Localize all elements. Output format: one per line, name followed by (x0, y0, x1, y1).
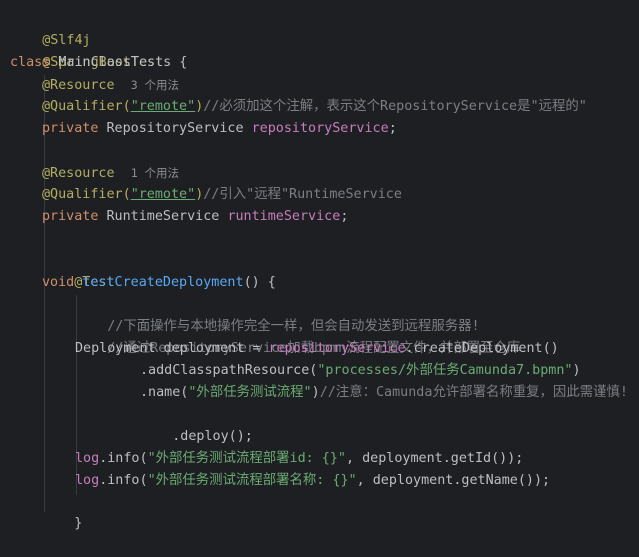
code-line-21[interactable]: log.info("外部任务测试流程部署id: {}", deployment.… (75, 448, 523, 470)
code-line-17[interactable]: .addClasspathResource("processes/外部任务Cam… (140, 360, 581, 382)
type-name: RuntimeService (98, 209, 228, 224)
code-line-5[interactable]: @Qualifier("remote")//必须加这个注解，表示这个Reposi… (42, 96, 587, 118)
code-line-13[interactable]: void testCreateDeployment() { (42, 272, 276, 294)
code-line-1[interactable]: @Slf4j (10, 8, 90, 48)
field-name: repositoryService (251, 121, 389, 136)
code-line-12[interactable]: @Test (42, 250, 114, 290)
code-text: .name( (140, 385, 189, 400)
string-literal: "remote" (130, 187, 196, 202)
field-name: log (75, 473, 100, 488)
string-literal: "processes/外部任务Camunda7.bpmn" (317, 363, 573, 378)
code-text: .createDeployment() (405, 341, 559, 356)
keyword: void (42, 275, 75, 290)
code-line-10[interactable]: private RuntimeService runtimeService; (42, 206, 348, 228)
string-literal: "外部任务测试流程部署id: {}" (147, 451, 346, 466)
semicolon: ; (340, 209, 349, 224)
annotation: @Qualifier (42, 99, 123, 114)
method-signature: () { (243, 275, 276, 290)
closing-brace: } (74, 516, 83, 531)
code-line-15[interactable]: //通过RepositoryService加载bpmn流程配置文件，并部署至仓库 (75, 316, 520, 356)
annotation: @Qualifier (42, 187, 123, 202)
code-text: ) (311, 385, 320, 400)
field-name: log (75, 451, 100, 466)
code-text: ) (572, 363, 581, 378)
code-text: , deployment.getName()); (356, 473, 551, 488)
string-literal: "remote" (130, 99, 196, 114)
code-text: .deploy(); (172, 429, 253, 444)
paren: ( (122, 187, 131, 202)
usage-hint[interactable]: 3 个用法 (131, 78, 179, 92)
paren: ( (122, 99, 131, 114)
keyword: class (10, 55, 51, 70)
code-text: .info( (99, 451, 148, 466)
keyword: private (42, 121, 99, 136)
code-text: .info( (99, 473, 148, 488)
code-line-4[interactable]: @Resource 3 个用法 (42, 74, 179, 96)
string-literal: "外部任务测试流程" (188, 385, 312, 400)
field-name: repositoryService (268, 341, 406, 356)
code-line-23[interactable]: } (42, 491, 82, 531)
method-name: testCreateDeployment (82, 275, 244, 290)
code-editor[interactable]: @Slf4j @SpringBootTest class MainClassTe… (0, 0, 639, 531)
field-name: runtimeService (227, 209, 341, 224)
code-line-18[interactable]: .name("外部任务测试流程")//注意：Camunda允许部署名称重复，因此… (140, 382, 628, 404)
comment: //必须加这个注解，表示这个RepositoryService是"远程的" (203, 99, 587, 114)
code-line-2[interactable]: @SpringBootTest (10, 30, 163, 70)
usage-hint[interactable]: 1 个用法 (131, 166, 179, 180)
semicolon: ; (388, 121, 397, 136)
code-line-19[interactable]: .deploy(); (140, 404, 253, 444)
type-name: RepositoryService (98, 121, 252, 136)
comment: //注意：Camunda允许部署名称重复，因此需谨慎! (319, 385, 628, 400)
code-line-22[interactable]: log.info("外部任务测试流程部署名称: {}", deployment.… (75, 470, 550, 492)
code-line-14[interactable]: //下面操作与本地操作完全一样，但会自动发送到远程服务器! (75, 294, 479, 334)
code-line-9[interactable]: @Qualifier("remote")//引入"远程"RuntimeServi… (42, 184, 402, 206)
code-line-3[interactable]: class MainClassTests { (10, 52, 187, 74)
string-literal: "外部任务测试流程部署名称: {}" (147, 473, 357, 488)
code-line-16[interactable]: Deployment deployment = repositoryServic… (75, 338, 559, 360)
annotation: @Resource (42, 166, 115, 181)
comment: //引入"远程"RuntimeService (203, 187, 402, 202)
class-name: MainClassTests { (50, 55, 188, 70)
code-text: , deployment.getId()); (345, 451, 524, 466)
code-line-8[interactable]: @Resource 1 个用法 (42, 162, 179, 184)
code-line-6[interactable]: private RepositoryService repositoryServ… (42, 118, 397, 140)
annotation: @Resource (42, 78, 115, 93)
keyword: private (42, 209, 99, 224)
code-text: Deployment deployment = (75, 341, 269, 356)
code-text: .addClasspathResource( (140, 363, 318, 378)
